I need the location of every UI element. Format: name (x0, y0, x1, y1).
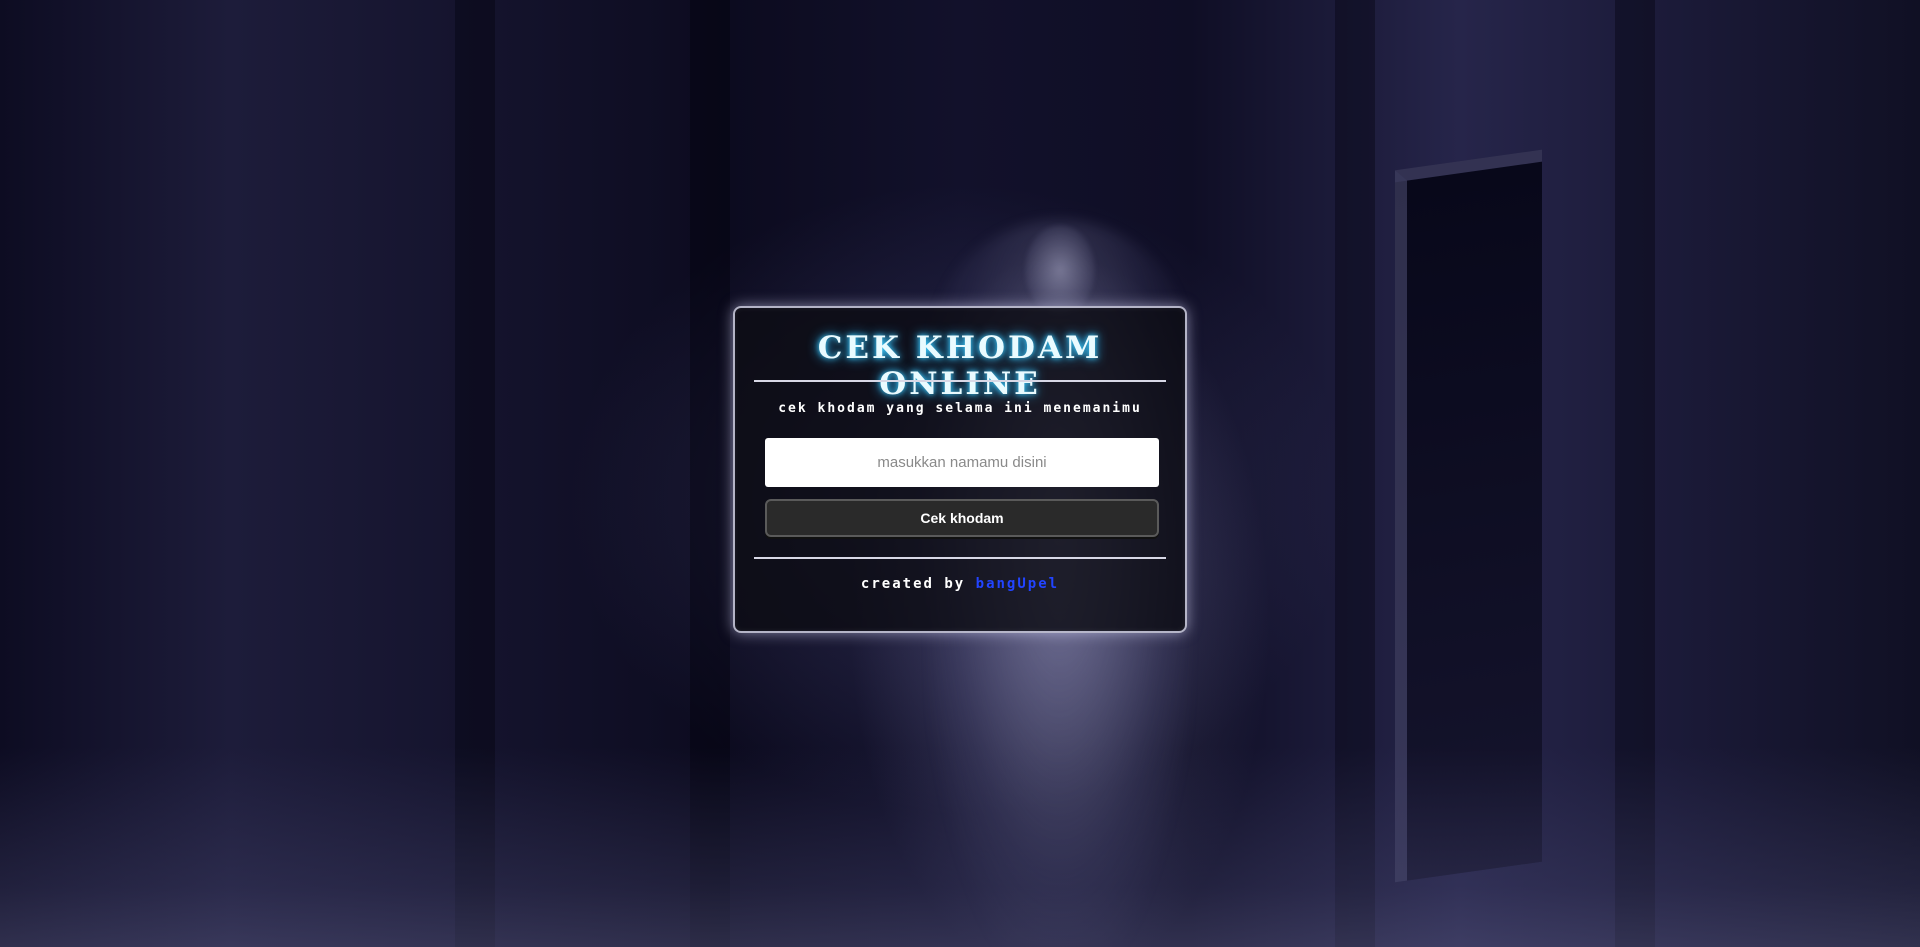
khodam-check-card: CEK KHODAM ONLINE cek khodam yang selama… (733, 306, 1187, 633)
haunted-corridor-background: CEK KHODAM ONLINE cek khodam yang selama… (0, 0, 1920, 947)
credit-line: created by bangUpel (735, 576, 1185, 592)
author-link[interactable]: bangUpel (976, 576, 1059, 592)
name-input[interactable] (765, 438, 1159, 487)
page-title: CEK KHODAM ONLINE (817, 330, 1103, 402)
footer-divider (754, 557, 1166, 559)
cek-khodam-button[interactable]: Cek khodam (765, 499, 1159, 537)
ghost-head-image (1025, 225, 1095, 315)
background-floor (0, 747, 1920, 947)
page-subtitle: cek khodam yang selama ini menemanimu (778, 401, 1142, 416)
title-divider (754, 380, 1166, 382)
credit-prefix: created by (860, 576, 976, 592)
